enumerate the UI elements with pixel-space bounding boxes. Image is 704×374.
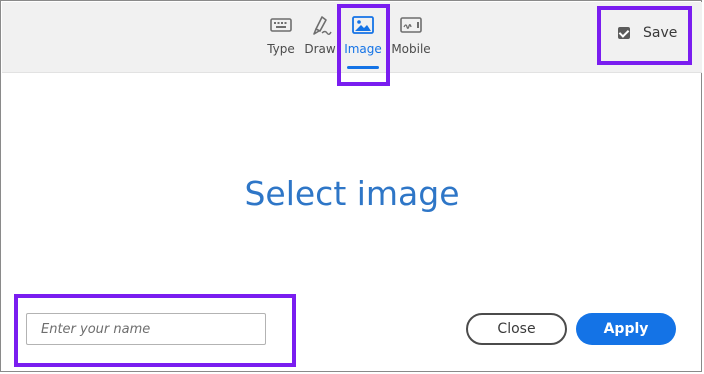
- name-input[interactable]: [26, 313, 266, 345]
- tab-type-label: Type: [267, 42, 295, 56]
- tab-image[interactable]: Image: [344, 14, 382, 69]
- tab-image-label: Image: [344, 42, 382, 56]
- tab-draw[interactable]: Draw: [304, 14, 336, 68]
- save-label: Save: [643, 25, 678, 41]
- keyboard-icon: [270, 18, 292, 32]
- tab-mobile-label: Mobile: [391, 42, 431, 56]
- checkbox-checked-icon[interactable]: [618, 27, 630, 39]
- select-image-link[interactable]: Select image: [0, 174, 704, 213]
- tab-mobile[interactable]: Mobile: [391, 14, 431, 68]
- pen-icon: [313, 16, 332, 35]
- close-button[interactable]: Close: [466, 313, 567, 345]
- save-signature-checkbox[interactable]: Save: [618, 24, 677, 42]
- tab-type[interactable]: Type: [266, 14, 296, 68]
- active-tab-indicator: [347, 66, 379, 69]
- tab-draw-label: Draw: [304, 42, 336, 56]
- mobile-signature-icon: [400, 17, 422, 33]
- apply-button[interactable]: Apply: [576, 313, 676, 345]
- image-icon: [352, 16, 374, 34]
